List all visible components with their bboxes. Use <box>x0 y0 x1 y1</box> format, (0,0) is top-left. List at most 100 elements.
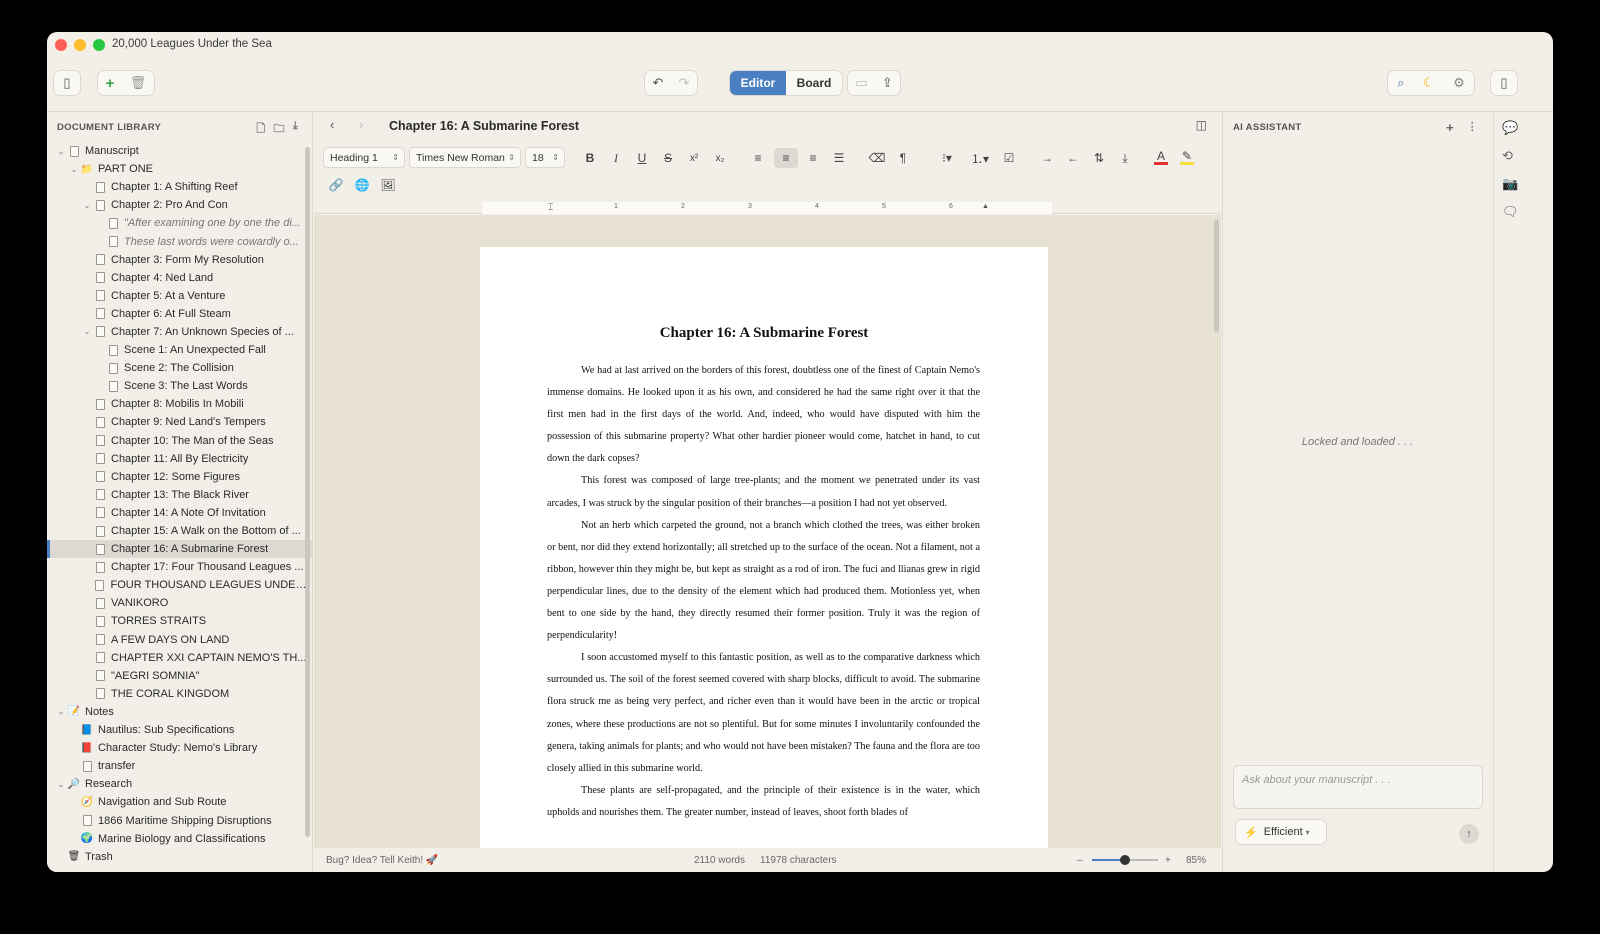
globe-icon[interactable]: 🌐 <box>352 175 372 195</box>
tree-item[interactable]: Chapter 1: A Shifting Reef <box>47 178 312 196</box>
close-window-button[interactable] <box>55 39 67 51</box>
minimize-window-button[interactable] <box>74 39 86 51</box>
document-page[interactable]: Chapter 16: A Submarine Forest We had at… <box>480 247 1048 848</box>
tree-item[interactable]: ⌄ Chapter 7: An Unknown Species of ... <box>47 323 312 341</box>
gear-icon[interactable]: ⚙ <box>1453 75 1465 91</box>
zoom-slider-knob[interactable] <box>1120 855 1130 865</box>
history-icon[interactable]: ⟲ <box>1502 148 1513 164</box>
add-icon[interactable]: + <box>106 75 115 92</box>
undo-icon[interactable]: ↶ <box>653 75 664 91</box>
tree-item[interactable]: Chapter 16: A Submarine Forest <box>47 540 312 559</box>
body-paragraph[interactable]: Not an herb which carpeted the ground, n… <box>547 515 980 648</box>
chevron-down-icon[interactable]: ⌄ <box>81 327 93 336</box>
chevron-down-icon[interactable]: ⌄ <box>55 780 67 789</box>
eraser-icon[interactable]: ⌫ <box>867 148 887 168</box>
search-icon[interactable]: ⌕ <box>1397 75 1404 91</box>
chevron-down-icon[interactable]: ⌄ <box>55 707 67 716</box>
align-right-button[interactable]: ≡ <box>803 148 823 168</box>
tree-item[interactable]: Scene 1: An Unexpected Fall <box>47 341 312 359</box>
toggle-inspector-button[interactable]: ▯ <box>1490 70 1518 96</box>
tree-item[interactable]: ⌄ Chapter 2: Pro And Con <box>47 196 312 214</box>
tree-item[interactable]: Chapter 17: Four Thousand Leagues ... <box>47 558 312 576</box>
editor-view-button[interactable]: Editor <box>730 71 786 95</box>
tree-item[interactable]: Chapter 3: Form My Resolution <box>47 251 312 269</box>
tree-item[interactable]: THE CORAL KINGDOM <box>47 685 312 703</box>
ai-prompt-input[interactable]: Ask about your manuscript . . . <box>1233 765 1483 809</box>
zoom-window-button[interactable] <box>93 39 105 51</box>
pilcrow-icon[interactable]: ¶ <box>893 148 913 168</box>
tree-item[interactable]: ⌄ Manuscript <box>47 142 312 160</box>
tree-item[interactable]: Chapter 13: The Black River <box>47 486 312 504</box>
ruler[interactable]: ⌶ ▲ 1 2 3 4 5 6 <box>314 202 1221 214</box>
body-paragraph[interactable]: We had at last arrived on the borders of… <box>547 360 980 470</box>
zoom-slider[interactable] <box>1092 855 1158 865</box>
indent-icon[interactable]: → <box>1037 148 1057 168</box>
numbered-list-button[interactable]: ⒈▾ <box>967 148 993 168</box>
tree-item[interactable]: Chapter 14: A Note Of Invitation <box>47 504 312 522</box>
subscript-button[interactable]: x₂ <box>710 148 730 168</box>
zoom-out-icon[interactable]: – <box>1077 855 1083 866</box>
font-family-select[interactable]: Times New Roman ⇕ <box>409 147 521 168</box>
body-paragraph[interactable]: I soon accustomed myself to this fantast… <box>547 647 980 780</box>
paragraph-spacing-icon[interactable]: ⤓ <box>1115 148 1135 168</box>
split-view-icon[interactable]: ◫ <box>1196 118 1207 132</box>
more-options-icon[interactable]: ⋮ <box>1467 120 1478 133</box>
tree-item[interactable]: 📘 Nautilus: Sub Specifications <box>47 721 312 739</box>
tree-item[interactable]: 1866 Maritime Shipping Disruptions <box>47 811 312 829</box>
chevron-down-icon[interactable]: ⌄ <box>68 165 80 174</box>
tree-item[interactable]: 📕 Character Study: Nemo's Library <box>47 739 312 757</box>
underline-button[interactable]: U <box>632 148 652 168</box>
tree-item[interactable]: Chapter 10: The Man of the Seas <box>47 432 312 450</box>
toggle-sidebar-button[interactable]: ▯ <box>53 70 81 96</box>
tree-item[interactable]: CHAPTER XXI CAPTAIN NEMO'S TH... <box>47 649 312 667</box>
tree-item[interactable]: FOUR THOUSAND LEAGUES UNDER ... <box>47 576 312 594</box>
text-color-button[interactable]: A <box>1151 148 1171 168</box>
tree-item[interactable]: A FEW DAYS ON LAND <box>47 631 312 649</box>
font-size-select[interactable]: 18 ⇕ <box>525 147 565 168</box>
outdent-icon[interactable]: ← <box>1063 148 1083 168</box>
tree-item[interactable]: Chapter 9: Ned Land's Tempers <box>47 413 312 431</box>
moon-icon[interactable]: ☾ <box>1423 75 1435 91</box>
back-icon[interactable]: ‹ <box>330 117 334 132</box>
tree-item[interactable]: These last words were cowardly o... <box>47 232 312 250</box>
chapter-body[interactable]: We had at last arrived on the borders of… <box>547 360 980 824</box>
tree-item[interactable]: Chapter 5: At a Venture <box>47 287 312 305</box>
align-left-button[interactable]: ≡ <box>748 148 768 168</box>
tree-item[interactable]: ⌄ 🔎 Research <box>47 775 312 793</box>
feedback-link[interactable]: Bug? Idea? Tell Keith! 🚀 <box>326 855 438 866</box>
tree-item[interactable]: ⌄ 📁 PART ONE <box>47 160 312 178</box>
tree-item[interactable]: Chapter 11: All By Electricity <box>47 450 312 468</box>
indent-marker[interactable]: ⌶ <box>548 202 553 213</box>
tree-item[interactable]: VANIKORO <box>47 594 312 612</box>
bullet-list-button[interactable]: ⁝▾ <box>934 148 960 168</box>
tree-item[interactable]: TORRES STRAITS <box>47 612 312 630</box>
image-icon[interactable]: 🖼 <box>378 175 398 195</box>
line-spacing-icon[interactable]: ⇅ <box>1089 148 1109 168</box>
paragraph-style-select[interactable]: Heading 1 ⇕ <box>323 147 405 168</box>
body-paragraph[interactable]: These plants are self-propagated, and th… <box>547 780 980 824</box>
italic-button[interactable]: I <box>606 148 626 168</box>
tree-item[interactable]: "AEGRI SOMNIA" <box>47 667 312 685</box>
bold-button[interactable]: B <box>580 148 600 168</box>
new-document-icon[interactable]: 🗋 <box>256 120 265 139</box>
trash-icon[interactable]: 🗑 <box>130 75 147 91</box>
chevron-down-icon[interactable]: ⌄ <box>55 147 67 156</box>
chat-icon[interactable]: 💬 <box>1502 120 1518 136</box>
camera-icon[interactable]: 📷 <box>1502 176 1518 192</box>
board-view-button[interactable]: Board <box>786 71 842 95</box>
highlight-button[interactable]: ✎ <box>1177 148 1197 168</box>
checklist-button[interactable]: ☑ <box>999 148 1019 168</box>
chevron-down-icon[interactable]: ⌄ <box>81 201 93 210</box>
new-document-icon[interactable]: ▭ <box>855 75 867 91</box>
import-icon[interactable]: ⤓ <box>293 120 298 139</box>
tree-item[interactable]: transfer <box>47 757 312 775</box>
zoom-in-icon[interactable]: + <box>1165 855 1171 866</box>
tree-item[interactable]: "After examining one by one the di... <box>47 214 312 232</box>
new-chat-icon[interactable]: + <box>1446 120 1454 135</box>
tree-item[interactable]: Chapter 8: Mobilis In Mobili <box>47 395 312 413</box>
align-center-button[interactable]: ≡ <box>774 148 798 168</box>
strikethrough-button[interactable]: S <box>658 148 678 168</box>
tree-item[interactable]: 🧭 Navigation and Sub Route <box>47 793 312 811</box>
send-button[interactable]: ↑ <box>1459 824 1479 844</box>
right-margin-marker[interactable]: ▲ <box>982 203 989 210</box>
